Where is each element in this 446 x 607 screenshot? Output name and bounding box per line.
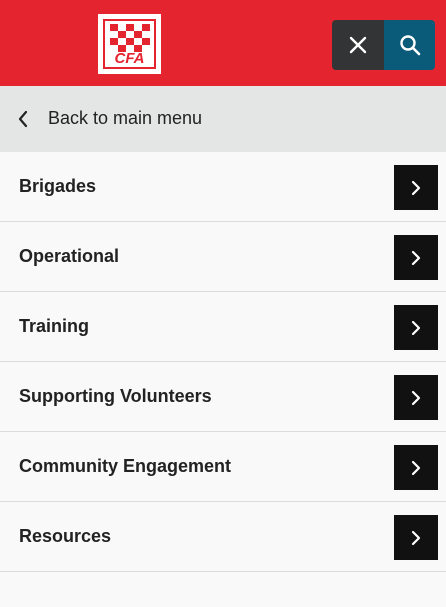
chevron-left-icon	[18, 110, 28, 128]
logo-text: CFA	[114, 50, 145, 67]
expand-supporting-volunteers-button[interactable]	[394, 375, 438, 420]
chevron-right-icon	[411, 180, 421, 195]
checkerboard-icon	[110, 24, 150, 52]
expand-resources-button[interactable]	[394, 515, 438, 560]
expand-community-engagement-button[interactable]	[394, 445, 438, 490]
chevron-right-icon	[411, 460, 421, 475]
search-icon	[399, 35, 420, 56]
close-menu-button[interactable]	[332, 20, 384, 70]
back-to-main-menu[interactable]: Back to main menu	[0, 86, 446, 152]
menu-item-training[interactable]: Training	[0, 292, 446, 362]
back-label: Back to main menu	[48, 108, 203, 128]
menu-item-label: Operational	[19, 246, 120, 266]
chevron-right-icon	[411, 390, 421, 405]
menu-item-community-engagement[interactable]: Community Engagement	[0, 432, 446, 502]
menu-item-label: Brigades	[19, 176, 97, 196]
menu-item-operational[interactable]: Operational	[0, 222, 446, 292]
cfa-logo[interactable]: CFA	[98, 14, 161, 74]
cfa-logo-frame: CFA	[103, 19, 156, 69]
menu-item-label: Supporting Volunteers	[19, 386, 212, 406]
chevron-right-icon	[411, 250, 421, 265]
expand-brigades-button[interactable]	[394, 165, 438, 210]
submenu-list: Brigades Operational Training Supporting…	[0, 152, 446, 572]
search-button[interactable]	[384, 20, 435, 70]
expand-operational-button[interactable]	[394, 235, 438, 280]
menu-item-label: Training	[19, 316, 90, 336]
chevron-right-icon	[411, 530, 421, 545]
menu-item-label: Community Engagement	[19, 456, 232, 476]
menu-item-brigades[interactable]: Brigades	[0, 152, 446, 222]
site-header: CFA	[0, 0, 446, 86]
close-icon	[349, 36, 367, 54]
menu-item-supporting-volunteers[interactable]: Supporting Volunteers	[0, 362, 446, 432]
expand-training-button[interactable]	[394, 305, 438, 350]
menu-item-label: Resources	[19, 526, 112, 546]
menu-item-resources[interactable]: Resources	[0, 502, 446, 572]
chevron-right-icon	[411, 320, 421, 335]
